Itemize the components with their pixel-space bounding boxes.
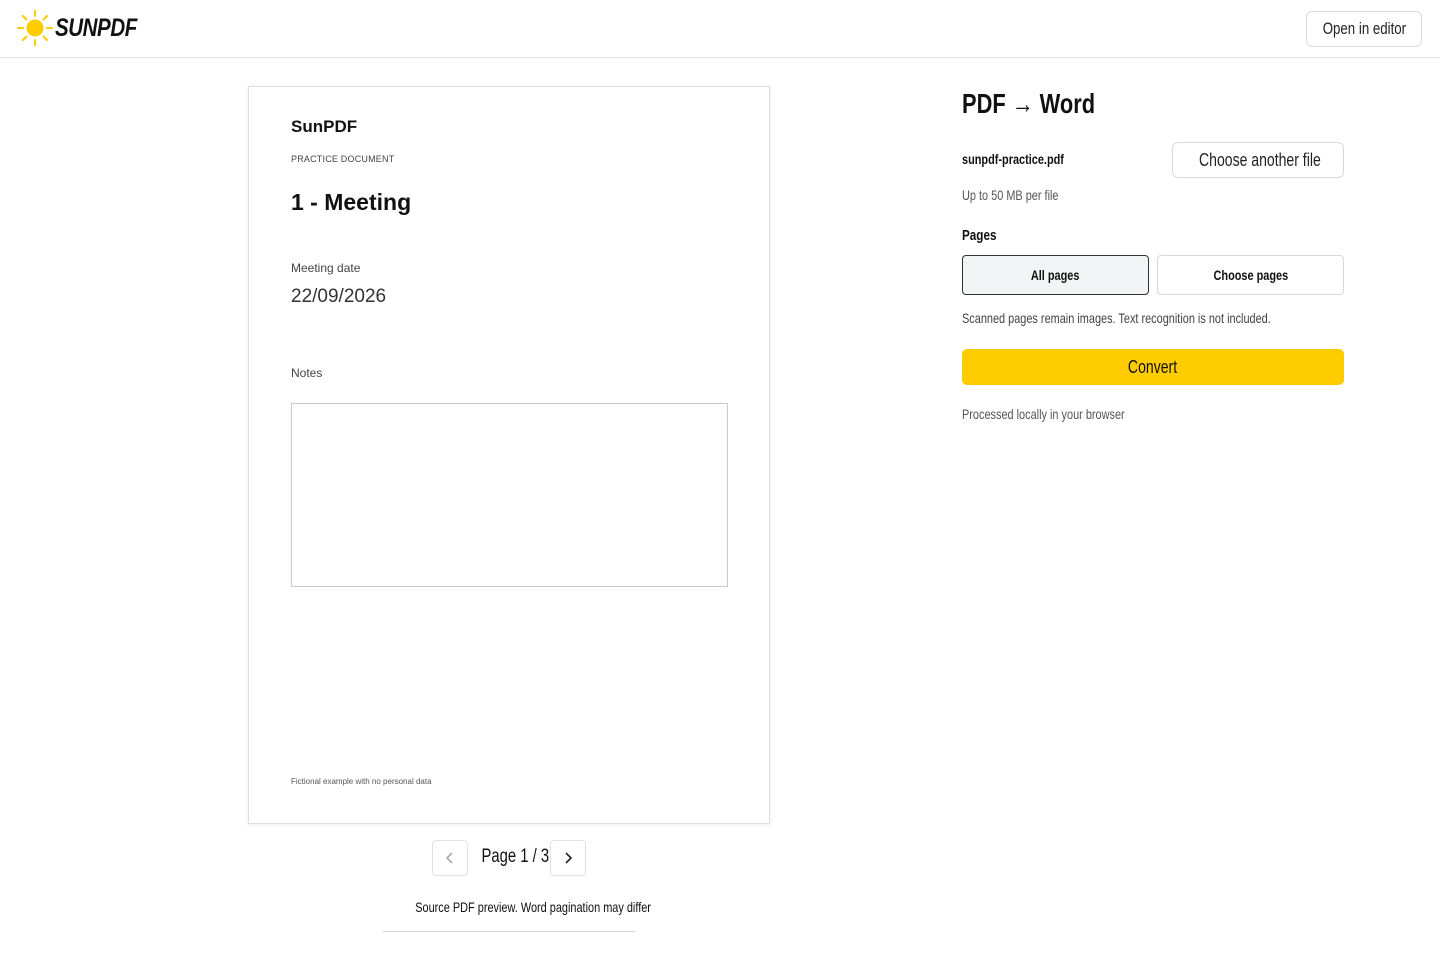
- page-title: PDF → Word: [962, 88, 1096, 119]
- document-kicker: PRACTICE DOCUMENT: [291, 154, 395, 164]
- pages-label: Pages: [962, 227, 997, 244]
- app-header: SUNPDF Open in editor: [0, 0, 1440, 58]
- convert-button[interactable]: Convert: [962, 349, 1344, 385]
- selected-file-name: sunpdf-practice.pdf: [962, 151, 1064, 167]
- sun-icon: [17, 10, 53, 46]
- preview-note: Source PDF preview. Word pagination may …: [382, 899, 651, 932]
- scan-note: Scanned pages remain images. Text recogn…: [962, 310, 1271, 326]
- previous-page-button[interactable]: [432, 840, 468, 876]
- file-size-note: Up to 50 MB per file: [962, 187, 1059, 203]
- meeting-date-label: Meeting date: [291, 261, 361, 275]
- page-indicator: Page 1 / 3: [481, 846, 550, 867]
- chevron-left-icon: [445, 852, 453, 864]
- next-page-button[interactable]: [550, 840, 586, 876]
- pdf-page-preview: SunPDF PRACTICE DOCUMENT 1 - Meeting Mee…: [248, 86, 770, 824]
- local-processing-note: Processed locally in your browser: [962, 406, 1125, 422]
- meeting-date-value: 22/09/2026: [291, 286, 387, 307]
- document-footer: Fictional example with no personal data: [291, 777, 432, 786]
- logo[interactable]: SUNPDF: [16, 10, 155, 46]
- document-brand: SunPDF: [291, 117, 358, 136]
- notes-label: Notes: [291, 366, 323, 380]
- logo-text: SUNPDF: [55, 13, 137, 42]
- chevron-right-icon: [565, 852, 573, 864]
- notes-box: [291, 403, 728, 587]
- open-in-editor-button[interactable]: Open in editor: [1306, 11, 1422, 47]
- document-title: 1 - Meeting: [291, 189, 412, 215]
- choose-another-file-button[interactable]: Choose another file: [1172, 142, 1344, 178]
- choose-pages-option[interactable]: Choose pages: [1157, 255, 1344, 295]
- all-pages-option[interactable]: All pages: [962, 255, 1149, 295]
